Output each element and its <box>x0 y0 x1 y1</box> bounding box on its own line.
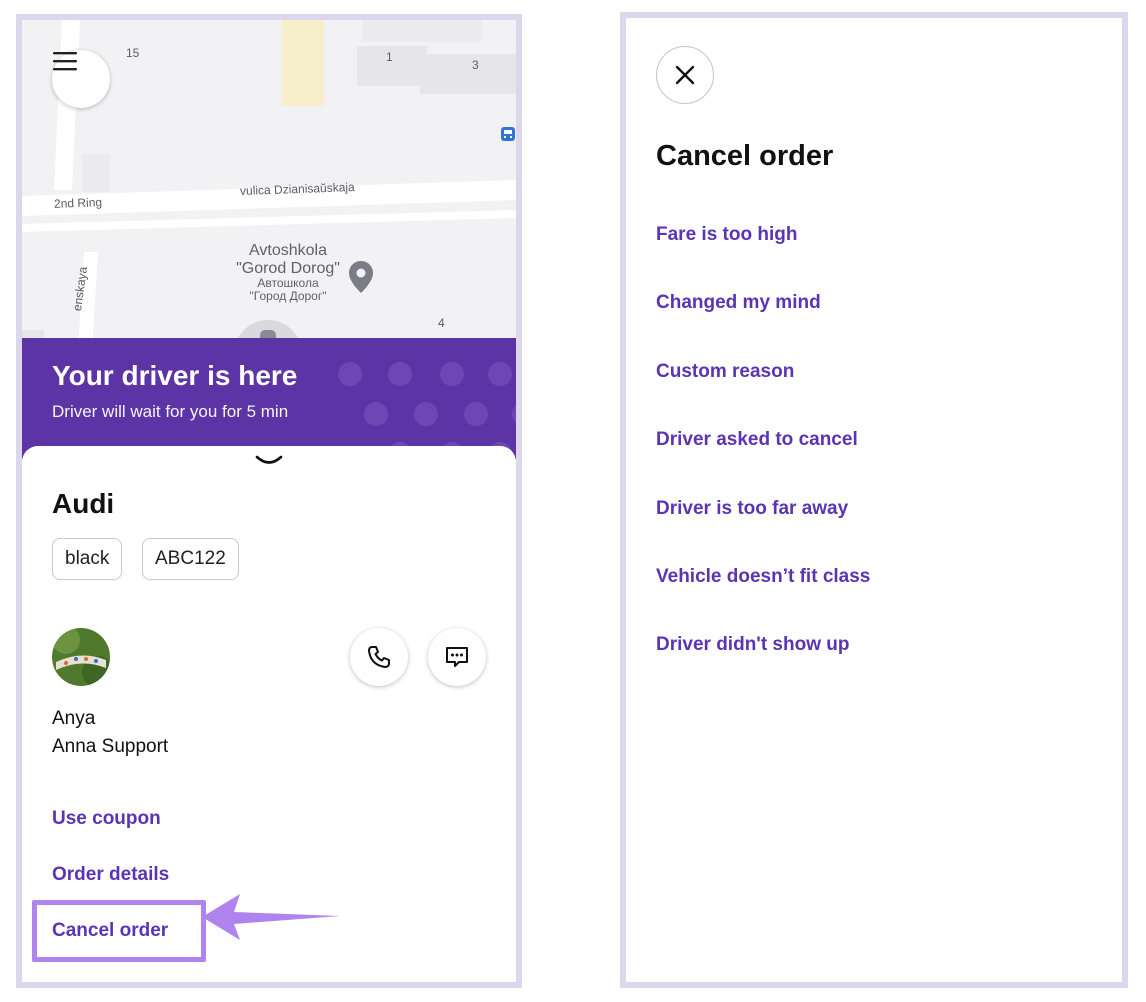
ride-screen: 15 1 3 2nd Ring vulica Dzianisaŭskaja en… <box>16 14 522 988</box>
pointer-arrow-icon <box>202 894 340 940</box>
menu-button[interactable] <box>52 50 110 108</box>
close-icon <box>675 65 695 85</box>
map-pin-icon <box>349 261 373 293</box>
reason-driver-asked[interactable]: Driver asked to cancel <box>656 429 858 451</box>
cancel-order-screen: Cancel order Fare is too high Changed my… <box>620 12 1128 988</box>
reason-no-show[interactable]: Driver didn't show up <box>656 634 849 656</box>
car-model: Audi <box>52 488 115 519</box>
map-label-ring: 2nd Ring <box>53 195 103 211</box>
chat-driver-button[interactable] <box>428 628 486 686</box>
driver-avatar <box>52 628 110 686</box>
reason-vehicle-class[interactable]: Vehicle doesn’t fit class <box>656 566 870 588</box>
map-poi-driving-school[interactable]: Avtoshkola "Gorod Dorog" Автошкола "Горо… <box>218 242 358 304</box>
driver-company: Anna Support <box>52 736 169 757</box>
reason-driver-too-far[interactable]: Driver is too far away <box>656 498 848 520</box>
chat-icon <box>446 647 468 667</box>
driver-name: Anya <box>52 708 96 729</box>
reason-changed-mind[interactable]: Changed my mind <box>656 292 821 314</box>
car-plate: ABC122 <box>155 548 226 569</box>
use-coupon-link[interactable]: Use coupon <box>52 808 161 830</box>
map-view[interactable]: 15 1 3 2nd Ring vulica Dzianisaŭskaja en… <box>22 20 516 358</box>
bus-stop-icon <box>501 127 515 141</box>
reason-custom[interactable]: Custom reason <box>656 361 794 383</box>
car-plate-chip: ABC122 <box>142 538 239 580</box>
reason-fare-too-high[interactable]: Fare is too high <box>656 224 797 246</box>
cancel-order-link[interactable]: Cancel order <box>52 920 168 942</box>
banner-subtitle: Driver will wait for you for 5 min <box>52 402 289 421</box>
poi-name-latin-2: "Gorod Dorog" <box>236 259 340 277</box>
map-label-4: 4 <box>438 316 445 330</box>
cancel-order-title: Cancel order <box>656 140 834 172</box>
map-label-3: 3 <box>472 58 479 72</box>
menu-icon <box>53 52 77 71</box>
driver-arrived-banner: Your driver is here Driver will wait for… <box>22 338 516 460</box>
banner-title: Your driver is here <box>52 360 298 391</box>
poi-name-latin: Avtoshkola <box>249 242 327 259</box>
map-label-15: 15 <box>126 46 140 60</box>
car-color-chip: black <box>52 538 123 580</box>
phone-icon <box>368 646 390 668</box>
call-driver-button[interactable] <box>350 628 408 686</box>
car-color: black <box>65 548 110 569</box>
chevron-down-icon[interactable] <box>255 454 283 468</box>
poi-name-cyrillic-2: "Город Дорог" <box>249 289 327 304</box>
order-details-link[interactable]: Order details <box>52 864 169 886</box>
close-button[interactable] <box>656 46 714 104</box>
map-label-1: 1 <box>386 50 393 64</box>
